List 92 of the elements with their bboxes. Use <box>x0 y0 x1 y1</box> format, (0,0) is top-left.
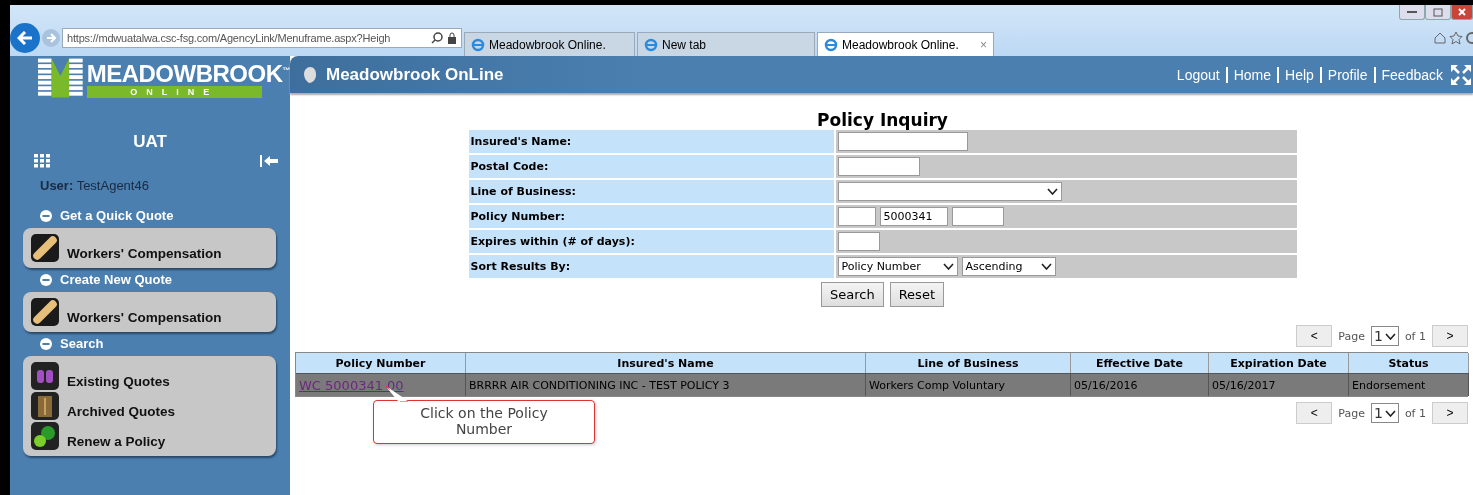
field-label: Line of Business: <box>468 180 834 203</box>
text-field[interactable] <box>837 232 880 251</box>
browser-logo-icon <box>644 37 658 52</box>
header-link[interactable]: Logout <box>1176 66 1220 83</box>
user-label: User: TestAgent46 <box>39 178 150 193</box>
page-count: of 1 <box>1404 406 1426 420</box>
chevron-down-icon <box>1046 188 1058 195</box>
box-icon <box>31 392 59 420</box>
text-field[interactable] <box>837 157 920 176</box>
leaves-icon <box>31 422 59 450</box>
section-header[interactable]: Get a Quick Quote <box>60 208 174 223</box>
text-field[interactable] <box>837 132 968 151</box>
field-label: Postal Code: <box>468 155 834 178</box>
field-label: Expires within (# of days): <box>468 230 834 253</box>
collapse-sidebar-icon[interactable] <box>260 154 278 168</box>
reset-button[interactable]: Reset <box>889 282 944 307</box>
field-label: Sort Results By: <box>468 255 834 278</box>
text-field[interactable] <box>951 207 1004 226</box>
browser-logo-icon <box>824 37 838 52</box>
menu-item[interactable]: Existing Quotes <box>67 374 170 390</box>
bandage-icon <box>31 234 59 262</box>
lock-icon <box>447 32 457 44</box>
text-field[interactable] <box>837 207 876 226</box>
header-link[interactable]: Help <box>1285 66 1314 83</box>
dropdown[interactable]: Policy Number <box>837 257 958 276</box>
star-icon[interactable] <box>1449 31 1463 45</box>
column-header[interactable]: Line of Business <box>866 353 1071 373</box>
table-cell: BRRRR AIR CONDITIONING INC - TEST POLICY 3 <box>466 373 866 396</box>
logo-icon <box>38 58 83 98</box>
menu-item[interactable]: Archived Quotes <box>67 404 176 420</box>
menu-item[interactable]: Workers' Compensation <box>67 310 222 326</box>
browser-tab[interactable]: New tab <box>637 32 815 56</box>
address-bar[interactable]: https://mdwuatalwa.csc-fsg.com/AgencyLink/Menuframe.aspx?Heigh <box>62 28 462 48</box>
section-header[interactable]: Search <box>60 336 104 351</box>
home-icon[interactable] <box>1433 31 1447 45</box>
browser-logo-icon <box>471 37 485 52</box>
browser-tab[interactable]: Meadowbrook Online. <box>464 32 635 56</box>
text-field[interactable]: 5000341 <box>879 207 948 226</box>
bandage-icon <box>31 298 59 326</box>
chevron-down-icon <box>1040 263 1052 270</box>
callout-text: Click on the Policy Number <box>420 405 548 437</box>
page-dropdown[interactable]: 1 <box>1370 403 1399 423</box>
table-cell: 05/16/2016 <box>1071 373 1209 396</box>
column-header[interactable]: Policy Number <box>296 353 466 373</box>
table-cell: 05/16/2017 <box>1209 373 1349 396</box>
collapse-icon[interactable] <box>40 209 52 222</box>
header-link[interactable]: Feedback <box>1381 66 1443 83</box>
column-header[interactable]: Expiration Date <box>1209 353 1349 373</box>
section-header[interactable]: Create New Quote <box>60 272 172 287</box>
column-header[interactable]: Insured's Name <box>466 353 866 373</box>
environment-label: UAT <box>132 132 168 152</box>
search-button[interactable]: Search <box>821 282 884 307</box>
previous-page-button[interactable]: < <box>1296 402 1333 424</box>
table-cell: Workers Comp Voluntary <box>866 373 1071 396</box>
app-grid-icon[interactable] <box>34 154 50 168</box>
menu-item[interactable]: Renew a Policy <box>67 434 166 450</box>
header-link[interactable]: Home <box>1233 66 1272 83</box>
search-icon[interactable] <box>431 32 443 44</box>
close-window-icon[interactable] <box>1451 5 1473 20</box>
field-label: Insured's Name: <box>468 130 834 153</box>
close-tab-button[interactable]: × <box>980 37 987 52</box>
shield-icon <box>304 66 316 83</box>
settings-icon[interactable] <box>1465 31 1473 45</box>
app-title: Meadowbrook OnLine <box>326 64 505 85</box>
previous-page-button[interactable]: < <box>1296 325 1333 347</box>
header-link[interactable]: Profile <box>1327 66 1368 83</box>
dropdown[interactable]: Ascending <box>961 257 1056 276</box>
browser-tab[interactable]: Meadowbrook Online. × <box>817 32 994 56</box>
column-header[interactable]: Effective Date <box>1071 353 1209 373</box>
menu-item[interactable]: Workers' Compensation <box>67 246 222 262</box>
expand-icon[interactable] <box>1449 63 1473 86</box>
collapse-icon[interactable] <box>40 273 52 286</box>
back-icon[interactable] <box>10 23 40 53</box>
table-cell: Endorsement <box>1349 373 1469 396</box>
next-page-button[interactable]: > <box>1432 402 1468 424</box>
field-label: Policy Number: <box>468 205 834 228</box>
next-page-button[interactable]: > <box>1432 325 1468 347</box>
chevron-down-icon <box>1384 332 1396 340</box>
page-count: of 1 <box>1404 329 1426 343</box>
page-label: Page <box>1338 329 1365 343</box>
form-title: Policy Inquiry <box>817 110 948 130</box>
page-label: Page <box>1338 406 1365 420</box>
chevron-down-icon <box>1384 409 1396 417</box>
logo-tagline: ONLINE <box>86 85 262 98</box>
minimize-icon[interactable] <box>1399 5 1425 20</box>
collapse-icon[interactable] <box>40 337 52 350</box>
page-dropdown[interactable]: 1 <box>1370 326 1399 346</box>
dropdown[interactable] <box>837 182 1062 201</box>
column-header[interactable]: Status <box>1349 353 1469 373</box>
quote-marks-icon <box>31 362 59 390</box>
chevron-down-icon <box>942 263 954 270</box>
logo-wordmark: MEADOWBROOK$^{™}$ <box>86 58 290 86</box>
